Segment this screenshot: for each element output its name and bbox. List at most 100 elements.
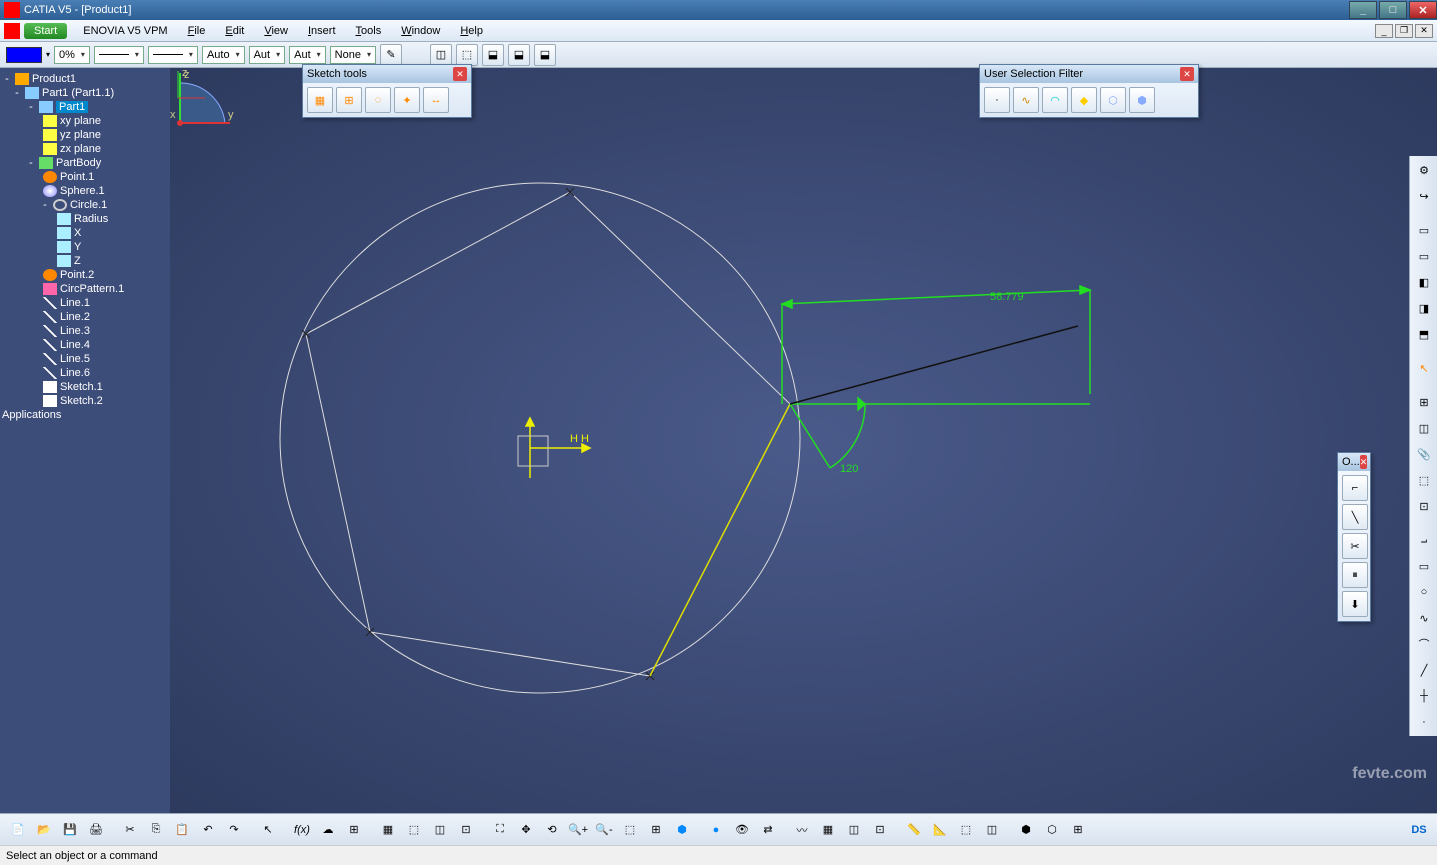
tree-line4[interactable]: Line.4 <box>2 338 168 352</box>
project-icon[interactable]: ⬇ <box>1342 591 1368 617</box>
3d-viewport[interactable]: H H 58.779 120 <box>170 68 1437 813</box>
zoom-in-icon[interactable]: 🔍+ <box>566 818 590 842</box>
mdi-restore[interactable]: ❐ <box>1395 24 1413 38</box>
tool-b4[interactable]: ◫ <box>428 818 452 842</box>
tool-b17[interactable]: ⬡ <box>1040 818 1064 842</box>
formula-icon[interactable]: f(x) <box>290 818 314 842</box>
tool-r1[interactable]: ▭ <box>1412 218 1436 242</box>
tool-btn-5[interactable]: ⬓ <box>534 44 556 66</box>
tree-partbody[interactable]: -PartBody <box>2 156 168 170</box>
point-filter-icon[interactable]: · <box>984 87 1010 113</box>
tool-btn-3[interactable]: ⬓ <box>482 44 504 66</box>
hide-show-icon[interactable]: 👁 <box>730 818 754 842</box>
paint-tool-icon[interactable]: ✎ <box>380 44 402 66</box>
menu-enovia[interactable]: ENOVIA V5 VPM <box>73 22 177 40</box>
tree-part-instance[interactable]: -Part1 (Part1.1) <box>2 86 168 100</box>
swap-icon[interactable]: ⇄ <box>756 818 780 842</box>
tree-sphere1[interactable]: Sphere.1 <box>2 184 168 198</box>
tree-line6[interactable]: Line.6 <box>2 366 168 380</box>
zoom-out-icon[interactable]: 🔍- <box>592 818 616 842</box>
opacity-dropdown[interactable]: 0% <box>54 46 90 64</box>
tool-btn-1[interactable]: ◫ <box>430 44 452 66</box>
tree-circpattern[interactable]: CircPattern.1 <box>2 282 168 296</box>
close-icon[interactable]: ✕ <box>453 67 467 81</box>
tool-b15[interactable]: ◫ <box>980 818 1004 842</box>
tree-part[interactable]: -Part1 <box>2 100 168 114</box>
construction-icon[interactable]: ◌ <box>365 87 391 113</box>
shading-icon[interactable]: ● <box>704 818 728 842</box>
menu-tools[interactable]: Tools <box>346 22 392 40</box>
circle-icon[interactable]: ○ <box>1412 580 1436 604</box>
tree-sketch2[interactable]: Sketch.2 <box>2 394 168 408</box>
maximize-button[interactable]: □ <box>1379 1 1407 19</box>
tree-zx-plane[interactable]: zx plane <box>2 142 168 156</box>
mdi-close[interactable]: ✕ <box>1415 24 1433 38</box>
tool-b2[interactable]: ▦ <box>376 818 400 842</box>
tool-r7[interactable]: ◫ <box>1412 416 1436 440</box>
pan-icon[interactable]: ✥ <box>514 818 538 842</box>
measure-icon[interactable]: 📏 <box>902 818 926 842</box>
sketch-canvas[interactable]: H H 58.779 120 <box>170 68 1410 813</box>
volume-filter-icon[interactable]: ◆ <box>1071 87 1097 113</box>
measure2-icon[interactable]: 📐 <box>928 818 952 842</box>
arc-icon[interactable]: ⌒ <box>1412 632 1436 656</box>
linestyle-dropdown[interactable] <box>148 46 198 64</box>
tool-r5[interactable]: ⬒ <box>1412 322 1436 346</box>
tool-r4[interactable]: ◨ <box>1412 296 1436 320</box>
pointer-icon[interactable]: ↖ <box>256 818 280 842</box>
select-arrow-icon[interactable]: ↖ <box>1412 356 1436 380</box>
tool-b11[interactable]: ▦ <box>816 818 840 842</box>
iso-view-icon[interactable]: ⬢ <box>670 818 694 842</box>
menu-file[interactable]: File <box>178 22 216 40</box>
tool-r8[interactable]: 📎 <box>1412 442 1436 466</box>
tree-xy-plane[interactable]: xy plane <box>2 114 168 128</box>
tree-line5[interactable]: Line.5 <box>2 352 168 366</box>
tree-root[interactable]: -Product1 <box>2 72 168 86</box>
cut-icon[interactable]: ✂ <box>118 818 142 842</box>
trim-icon[interactable]: ✂ <box>1342 533 1368 559</box>
spline-icon[interactable]: ∿ <box>1412 606 1436 630</box>
tool-b10[interactable]: 〰 <box>790 818 814 842</box>
color-swatch[interactable] <box>6 47 42 63</box>
feature-filter-icon[interactable]: ⬡ <box>1100 87 1126 113</box>
save-icon[interactable]: 💾 <box>58 818 82 842</box>
copy-icon[interactable]: ⎘ <box>144 818 168 842</box>
geo-constraint-icon[interactable]: ✦ <box>394 87 420 113</box>
tree-line1[interactable]: Line.1 <box>2 296 168 310</box>
none-dropdown[interactable]: None <box>330 46 376 64</box>
tool-b3[interactable]: ⬚ <box>402 818 426 842</box>
fit-all-icon[interactable]: ⛶ <box>488 818 512 842</box>
mirror-icon[interactable]: ⏸ <box>1342 562 1368 588</box>
menu-edit[interactable]: Edit <box>215 22 254 40</box>
normal-view-icon[interactable]: ⬚ <box>618 818 642 842</box>
tree-z[interactable]: Z <box>2 254 168 268</box>
print-icon[interactable]: 🖨 <box>84 818 108 842</box>
tool-b14[interactable]: ⬚ <box>954 818 978 842</box>
sketch-tools-toolbar[interactable]: Sketch tools✕ ▦ ⊞ ◌ ✦ ↔ <box>302 64 472 118</box>
line2-icon[interactable]: ╱ <box>1412 658 1436 682</box>
tree-y[interactable]: Y <box>2 240 168 254</box>
menu-window[interactable]: Window <box>391 22 450 40</box>
tool-b18[interactable]: ⊞ <box>1066 818 1090 842</box>
user-selection-filter-toolbar[interactable]: User Selection Filter✕ · ∿ ◠ ◆ ⬡ ⬢ <box>979 64 1199 118</box>
snap-icon[interactable]: ⊞ <box>336 87 362 113</box>
tree-yz-plane[interactable]: yz plane <box>2 128 168 142</box>
knowledge-icon[interactable]: ☁ <box>316 818 340 842</box>
operation-toolbar[interactable]: O...✕ ⌐ ╲ ✂ ⏸ ⬇ <box>1337 452 1371 622</box>
mdi-minimize[interactable]: _ <box>1375 24 1393 38</box>
new-icon[interactable]: 📄 <box>6 818 30 842</box>
paste-icon[interactable]: 📋 <box>170 818 194 842</box>
tree-point1[interactable]: Point.1 <box>2 170 168 184</box>
tool-b1[interactable]: ⊞ <box>342 818 366 842</box>
tool-b13[interactable]: ⊡ <box>868 818 892 842</box>
rotate-icon[interactable]: ⟲ <box>540 818 564 842</box>
spec-tree[interactable]: -Product1 -Part1 (Part1.1) -Part1 xy pla… <box>0 68 170 813</box>
tree-radius[interactable]: Radius <box>2 212 168 226</box>
dim-constraint-icon[interactable]: ↔ <box>423 87 449 113</box>
tool-r9[interactable]: ⬚ <box>1412 468 1436 492</box>
minimize-button[interactable]: _ <box>1349 1 1377 19</box>
lineweight-dropdown[interactable] <box>94 46 144 64</box>
tool-b5[interactable]: ⊡ <box>454 818 478 842</box>
surface-filter-icon[interactable]: ◠ <box>1042 87 1068 113</box>
exit-sketch-icon[interactable]: ↪ <box>1412 184 1436 208</box>
